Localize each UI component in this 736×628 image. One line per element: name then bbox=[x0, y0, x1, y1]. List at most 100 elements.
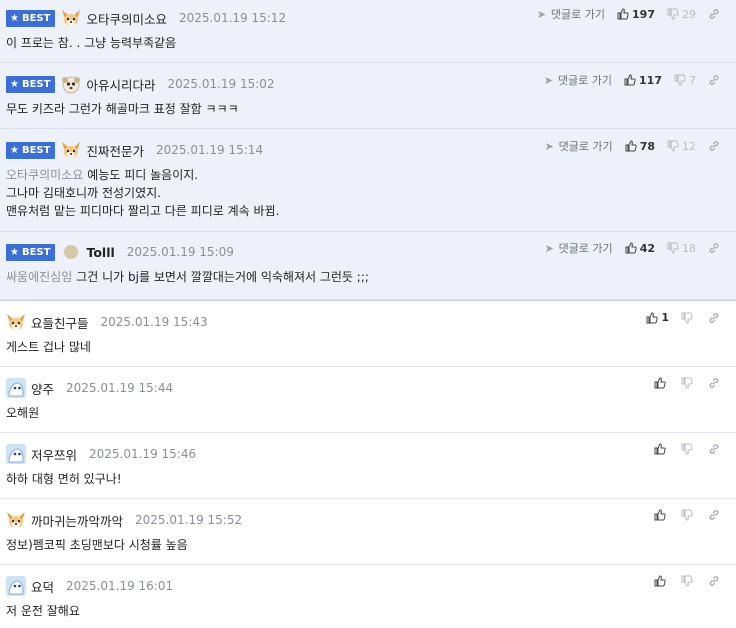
nickname[interactable]: 저우쯔위 bbox=[31, 445, 77, 464]
nickname[interactable]: 요덕 bbox=[31, 577, 54, 596]
comment-list: ★ BEST 오타쿠의미소요 2025.01.19 15:12 ➤ 댓글로 가기 1… bbox=[0, 0, 736, 628]
thumbs-up-icon bbox=[654, 575, 666, 587]
go-to-reply-link[interactable]: ➤ 댓글로 가기 bbox=[544, 72, 612, 88]
nickname[interactable]: Tolll bbox=[86, 245, 114, 260]
go-to-reply-link[interactable]: ➤ 댓글로 가기 bbox=[545, 240, 613, 256]
comment-date: 2025.01.19 15:02 bbox=[167, 77, 275, 91]
downvote-button[interactable]: 7 bbox=[674, 74, 696, 87]
comment-date: 2025.01.19 15:09 bbox=[126, 245, 234, 259]
link-icon[interactable] bbox=[708, 74, 720, 86]
upvote-button[interactable]: 117 bbox=[624, 74, 662, 87]
thumbs-down-icon bbox=[667, 242, 679, 254]
send-icon: ➤ bbox=[544, 241, 554, 255]
downvote-button[interactable] bbox=[681, 312, 696, 324]
link-icon[interactable] bbox=[708, 575, 720, 587]
thumbs-up-icon bbox=[654, 443, 666, 455]
best-badge: ★ BEST bbox=[6, 75, 56, 93]
nickname[interactable]: 양주 bbox=[31, 379, 54, 398]
comment-date: 2025.01.19 15:43 bbox=[100, 315, 208, 329]
link-icon[interactable] bbox=[708, 509, 720, 521]
best-comment: ★ BEST 진짜전문가 2025.01.19 15:14 ➤ 댓글로 가기 78 … bbox=[0, 129, 736, 232]
best-comment: ★ BEST Tolll 2025.01.19 15:09 ➤ 댓글로 가기 42 … bbox=[0, 232, 736, 300]
downvote-button[interactable] bbox=[681, 509, 696, 521]
thumbs-up-icon bbox=[654, 509, 666, 521]
best-comment: ★ BEST 오타쿠의미소요 2025.01.19 15:12 ➤ 댓글로 가기 1… bbox=[0, 0, 736, 63]
send-icon: ➤ bbox=[536, 7, 547, 21]
thumbs-down-icon bbox=[667, 140, 679, 152]
downvote-button[interactable]: 12 bbox=[667, 140, 696, 153]
nickname[interactable]: 까마귀는까악까악 bbox=[31, 511, 123, 530]
nickname[interactable]: 오타쿠의미소요 bbox=[86, 9, 167, 28]
upvote-button[interactable]: 78 bbox=[625, 140, 655, 153]
comment-date: 2025.01.19 16:01 bbox=[66, 579, 174, 593]
link-icon[interactable] bbox=[708, 377, 720, 389]
fox-avatar[interactable] bbox=[6, 312, 26, 332]
fox-avatar[interactable] bbox=[61, 8, 81, 28]
downvote-button[interactable] bbox=[681, 443, 696, 455]
best-badge: ★ BEST bbox=[6, 141, 56, 159]
blue-avatar[interactable] bbox=[6, 378, 26, 398]
pebble-avatar[interactable] bbox=[61, 242, 81, 262]
link-icon[interactable] bbox=[708, 443, 720, 455]
blue-avatar[interactable] bbox=[6, 444, 26, 464]
downvote-button[interactable] bbox=[681, 377, 696, 389]
thumbs-down-icon bbox=[681, 312, 693, 324]
upvote-button[interactable] bbox=[654, 377, 669, 389]
best-comment: ★ BEST 아유시리다라 2025.01.19 15:02 ➤ 댓글로 가기 11… bbox=[0, 63, 736, 129]
comment: 요들친구들 2025.01.19 15:43 1 게스트 겁나 많네 bbox=[0, 301, 736, 367]
comment-text: 오해원 bbox=[6, 406, 40, 420]
send-icon: ➤ bbox=[543, 73, 554, 87]
star-icon: ★ bbox=[10, 78, 19, 90]
nickname[interactable]: 진짜전문가 bbox=[86, 141, 144, 160]
nickname[interactable]: 요들친구들 bbox=[31, 313, 89, 332]
thumbs-up-icon bbox=[624, 74, 636, 86]
thumbs-up-icon bbox=[617, 8, 629, 20]
downvote-button[interactable]: 29 bbox=[667, 8, 696, 21]
thumbs-up-icon bbox=[625, 242, 637, 254]
thumbs-up-icon bbox=[625, 140, 637, 152]
downvote-button[interactable]: 18 bbox=[667, 242, 696, 255]
downvote-button[interactable] bbox=[681, 575, 696, 587]
upvote-button[interactable]: 42 bbox=[625, 242, 655, 255]
go-to-reply-link[interactable]: ➤ 댓글로 가기 bbox=[537, 6, 605, 22]
star-icon: ★ bbox=[10, 246, 19, 258]
comment-text: 정보)펨코픽 초딩맨보다 시청률 높음 bbox=[6, 538, 188, 552]
comment-text: 오타쿠의미소요 예능도 피디 놀음이지. 그나마 김태호니까 전성기였지. 맨유처… bbox=[6, 168, 280, 218]
comment-date: 2025.01.19 15:46 bbox=[89, 447, 197, 461]
comment: 양주 2025.01.19 15:44 오해원 bbox=[0, 367, 736, 433]
thumbs-down-icon bbox=[674, 74, 686, 86]
best-badge: ★ BEST bbox=[6, 243, 56, 261]
upvote-button[interactable]: 1 bbox=[646, 311, 669, 324]
thumbs-down-icon bbox=[681, 443, 693, 455]
comment: 저우쯔위 2025.01.19 15:46 하하 대형 면허 있구나! bbox=[0, 433, 736, 499]
upvote-button[interactable]: 197 bbox=[617, 8, 655, 21]
comment-date: 2025.01.19 15:52 bbox=[135, 513, 243, 527]
dog-avatar[interactable] bbox=[61, 74, 81, 94]
fox-avatar[interactable] bbox=[6, 510, 26, 530]
comment-text: 이 프로는 참. . 그냥 능력부족같음 bbox=[6, 36, 177, 50]
mention-link[interactable]: 오타쿠의미소요 bbox=[6, 168, 83, 182]
comment-date: 2025.01.19 15:14 bbox=[155, 143, 264, 157]
blue-avatar[interactable] bbox=[6, 576, 26, 596]
upvote-button[interactable] bbox=[654, 509, 669, 521]
thumbs-down-icon bbox=[667, 8, 679, 20]
link-icon[interactable] bbox=[708, 312, 720, 324]
link-icon[interactable] bbox=[708, 140, 720, 152]
upvote-button[interactable] bbox=[654, 443, 669, 455]
comment-date: 2025.01.19 15:12 bbox=[178, 11, 287, 25]
go-to-reply-link[interactable]: ➤ 댓글로 가기 bbox=[545, 138, 613, 154]
link-icon[interactable] bbox=[708, 242, 720, 254]
fox-avatar[interactable] bbox=[61, 140, 81, 160]
comment-text: 저 운전 잘해요 bbox=[6, 604, 80, 618]
best-badge: ★ BEST bbox=[6, 9, 56, 27]
thumbs-down-icon bbox=[681, 509, 693, 521]
comment: 요덕 2025.01.19 16:01 저 운전 잘해요 bbox=[0, 565, 736, 628]
upvote-button[interactable] bbox=[654, 575, 669, 587]
send-icon: ➤ bbox=[544, 139, 554, 153]
thumbs-down-icon bbox=[681, 377, 693, 389]
nickname[interactable]: 아유시리다라 bbox=[86, 75, 155, 94]
star-icon: ★ bbox=[10, 144, 19, 156]
star-icon: ★ bbox=[10, 12, 19, 24]
link-icon[interactable] bbox=[708, 8, 720, 20]
mention-link[interactable]: 싸움에진심임 bbox=[6, 270, 72, 284]
